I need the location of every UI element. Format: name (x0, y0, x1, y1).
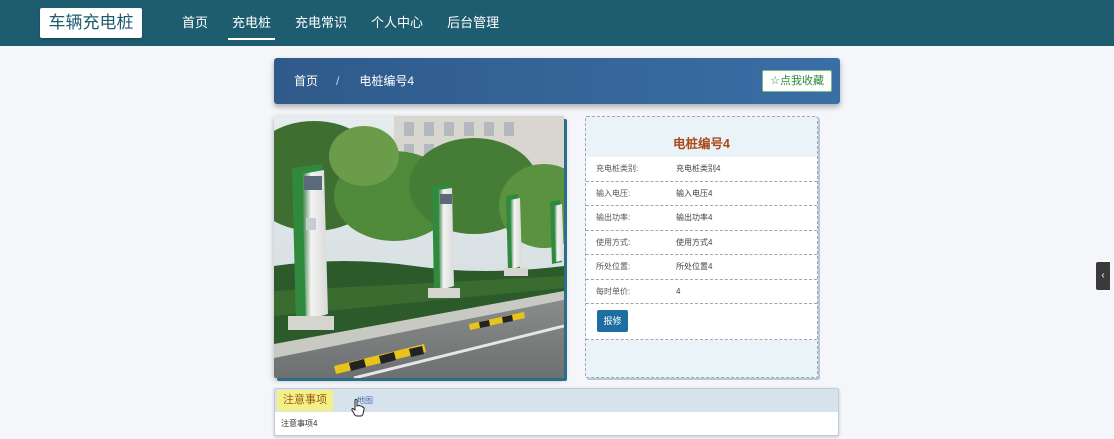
attr-label: 每时单价: (596, 286, 631, 296)
attr-row-input-voltage: 输入电压: 输入电压4 (586, 181, 817, 206)
attr-row-category: 充电桩类别: 充电桩类别4 (586, 157, 817, 182)
attr-row-usage: 使用方式: 使用方式4 (586, 230, 817, 255)
nav-personal-center[interactable]: 个人中心 (359, 0, 435, 46)
tab-notes[interactable]: 注意事项 (277, 390, 333, 411)
breadcrumb-current: 电桩编号4 (359, 74, 415, 88)
pile-info-card: 电桩编号4 充电桩类别: 充电桩类别4 输入电压: 输入电压4 输出功率: 输出… (585, 116, 818, 378)
side-panel-toggle[interactable]: ‹ (1096, 262, 1110, 290)
attr-value: 充电桩类别4 (676, 164, 721, 174)
attr-label: 输入电压: (596, 188, 631, 198)
breadcrumb-home[interactable]: 首页 (294, 58, 318, 104)
attr-row-location: 所处位置: 所处位置4 (586, 255, 817, 280)
repair-row: 报修 (586, 304, 817, 340)
chevron-left-icon: ‹ (1101, 270, 1105, 281)
repair-button[interactable]: 报修 (597, 310, 628, 332)
charging-pile-photo (274, 116, 564, 378)
nav-admin[interactable]: 后台管理 (435, 0, 511, 46)
attr-label: 使用方式: (596, 237, 631, 247)
top-navbar: 车辆充电桩 首页 充电桩 充电常识 个人中心 后台管理 (0, 0, 1114, 46)
breadcrumb-bar: 首页 / 电桩编号4 ☆点我收藏 (274, 58, 840, 104)
attr-label: 充电桩类别: (596, 164, 639, 174)
nav-charging-knowledge[interactable]: 充电常识 (283, 0, 359, 46)
attr-row-hourly-price: 每时单价: 4 (586, 279, 817, 304)
nav-charging-piles[interactable]: 充电桩 (220, 0, 283, 46)
attr-label: 所处位置: (596, 262, 631, 272)
attr-value: 所处位置4 (676, 262, 713, 272)
breadcrumb-separator: / (336, 74, 340, 88)
site-logo[interactable]: 车辆充电桩 (40, 8, 142, 38)
nav-home[interactable]: 首页 (170, 0, 220, 46)
pile-title: 电桩编号4 (673, 137, 730, 151)
attr-value: 输入电压4 (676, 188, 713, 198)
attr-value: 输出功率4 (676, 213, 713, 223)
main-nav: 首页 充电桩 充电常识 个人中心 后台管理 (170, 0, 511, 46)
favorite-button[interactable]: ☆点我收藏 (762, 70, 832, 92)
attr-value: 4 (676, 286, 681, 296)
hand-cursor-icon (351, 399, 365, 417)
breadcrumb: 首页 / 电桩编号4 (294, 58, 414, 104)
attr-value: 使用方式4 (676, 237, 713, 247)
attr-label: 输出功率: (596, 213, 631, 223)
attr-row-output-power: 输出功率: 输出功率4 (586, 206, 817, 231)
pile-attributes: 充电桩类别: 充电桩类别4 输入电压: 输入电压4 输出功率: 输出功率4 使用… (586, 157, 817, 340)
